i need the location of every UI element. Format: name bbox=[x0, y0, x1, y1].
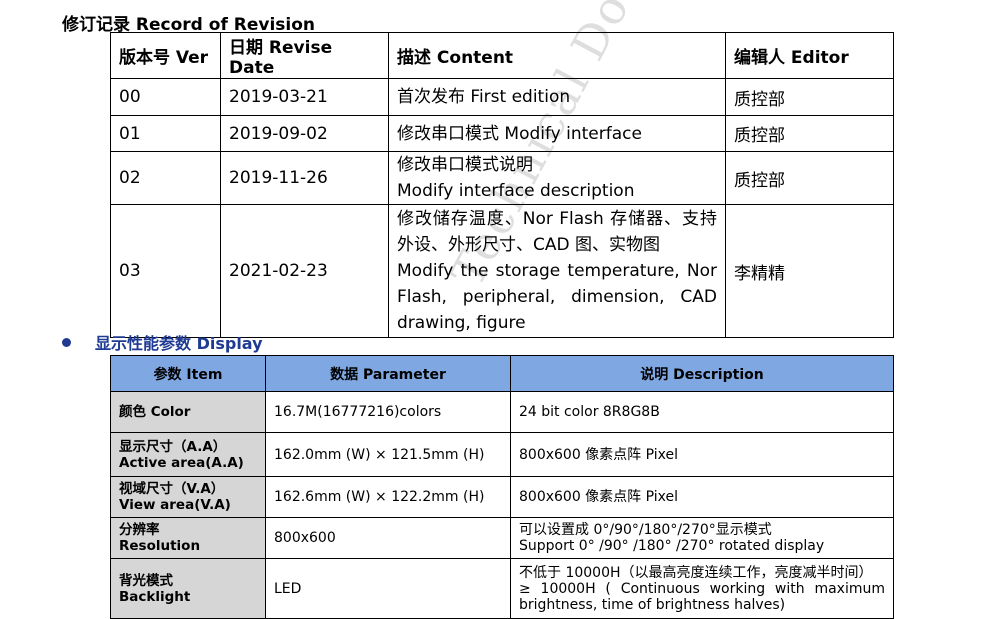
content-line: 修改串口模式说明 bbox=[397, 155, 533, 175]
revision-ver: 01 bbox=[110, 115, 221, 152]
display-item: 颜色 Color bbox=[110, 391, 266, 433]
display-parameter: 800x600 bbox=[265, 517, 511, 559]
item-line: 背光模式 bbox=[119, 572, 173, 589]
table-row: 颜色 Color 16.7M(16777216)colors 24 bit co… bbox=[110, 391, 894, 433]
revision-editor: 质控部 bbox=[725, 78, 894, 116]
display-description: 800x600 像素点阵 Pixel bbox=[510, 476, 894, 518]
desc-line: 24 bit color 8R8G8B bbox=[519, 404, 660, 420]
display-item: 分辨率 Resolution bbox=[110, 517, 266, 559]
content-line: Modify the storage temperature, Nor Flas… bbox=[397, 261, 717, 333]
content-line: 修改储存温度、Nor Flash 存储器、支持外设、外形尺寸、CAD 图、实物图 bbox=[397, 209, 717, 255]
item-line: 颜色 Color bbox=[119, 404, 191, 420]
table-row: 显示尺寸（A.A） Active area(A.A) 162.0mm (W) ×… bbox=[110, 432, 894, 477]
revision-header-date: 日期 Revise Date bbox=[220, 32, 389, 79]
table-row: 00 2019-03-21 首次发布 First edition 质控部 bbox=[110, 78, 894, 116]
desc-line: Support 0° /90° /180° /270° rotated disp… bbox=[519, 538, 825, 554]
item-line: View area(V.A) bbox=[119, 497, 231, 513]
item-line: Active area(A.A) bbox=[119, 454, 244, 471]
revision-content: 首次发布 First edition bbox=[388, 78, 726, 116]
display-header-row: 参数 Item 数据 Parameter 说明 Description bbox=[110, 355, 894, 392]
display-parameter: 162.0mm (W) × 121.5mm (H) bbox=[265, 432, 511, 477]
display-parameter: 162.6mm (W) × 122.2mm (H) bbox=[265, 476, 511, 518]
revision-header-editor: 编辑人 Editor bbox=[725, 32, 894, 79]
revision-content: 修改储存温度、Nor Flash 存储器、支持外设、外形尺寸、CAD 图、实物图… bbox=[388, 204, 726, 338]
display-table: 参数 Item 数据 Parameter 说明 Description 颜色 C… bbox=[110, 355, 894, 619]
content-line: Modify interface description bbox=[397, 181, 635, 201]
table-row: 03 2021-02-23 修改储存温度、Nor Flash 存储器、支持外设、… bbox=[110, 204, 894, 338]
item-line: Backlight bbox=[119, 588, 191, 605]
bullet-icon bbox=[62, 337, 71, 347]
display-parameter: LED bbox=[265, 558, 511, 619]
display-description: 可以设置成 0°/90°/180°/270°显示模式 Support 0° /9… bbox=[510, 517, 894, 559]
revision-ver: 02 bbox=[110, 151, 221, 205]
revision-date: 2021-02-23 bbox=[220, 204, 389, 338]
display-section-heading: 显示性能参数 Display bbox=[62, 330, 263, 354]
item-line: 分辨率 bbox=[119, 522, 160, 538]
revision-date: 2019-09-02 bbox=[220, 115, 389, 152]
revision-editor: 李精精 bbox=[725, 204, 894, 338]
display-section-title: 显示性能参数 Display bbox=[95, 334, 263, 353]
table-row: 背光模式 Backlight LED 不低于 10000H（以最高亮度连续工作，… bbox=[110, 558, 894, 619]
display-item: 视域尺寸（V.A） View area(V.A) bbox=[110, 476, 266, 518]
table-row: 01 2019-09-02 修改串口模式 Modify interface 质控… bbox=[110, 115, 894, 152]
display-description: 不低于 10000H（以最高亮度连续工作，亮度减半时间） ≥ 10000H ( … bbox=[510, 558, 894, 619]
revision-date: 2019-11-26 bbox=[220, 151, 389, 205]
display-description: 24 bit color 8R8G8B bbox=[510, 391, 894, 433]
display-header-description: 说明 Description bbox=[510, 355, 894, 392]
desc-line: 800x600 像素点阵 Pixel bbox=[519, 489, 679, 505]
revision-table: 版本号 Ver 日期 Revise Date 描述 Content 编辑人 Ed… bbox=[110, 32, 894, 338]
revision-ver: 00 bbox=[110, 78, 221, 116]
display-item: 背光模式 Backlight bbox=[110, 558, 266, 619]
display-item: 显示尺寸（A.A） Active area(A.A) bbox=[110, 432, 266, 477]
content-line: 首次发布 First edition bbox=[397, 87, 571, 107]
display-header-parameter: 数据 Parameter bbox=[265, 355, 511, 392]
desc-line: 不低于 10000H（以最高亮度连续工作，亮度减半时间） bbox=[519, 564, 873, 581]
display-parameter: 16.7M(16777216)colors bbox=[265, 391, 511, 433]
revision-content: 修改串口模式 Modify interface bbox=[388, 115, 726, 152]
revision-content: 修改串口模式说明 Modify interface description bbox=[388, 151, 726, 205]
revision-date: 2019-03-21 bbox=[220, 78, 389, 116]
item-line: Resolution bbox=[119, 538, 201, 554]
table-row: 分辨率 Resolution 800x600 可以设置成 0°/90°/180°… bbox=[110, 517, 894, 559]
table-row: 02 2019-11-26 修改串口模式说明 Modify interface … bbox=[110, 151, 894, 205]
item-line: 显示尺寸（A.A） bbox=[119, 438, 227, 455]
display-header-item: 参数 Item bbox=[110, 355, 266, 392]
content-line: 修改串口模式 Modify interface bbox=[397, 123, 642, 144]
desc-line: ≥ 10000H ( Continuous working with maxim… bbox=[519, 580, 885, 613]
revision-editor: 质控部 bbox=[725, 115, 894, 152]
revision-header-ver: 版本号 Ver bbox=[110, 32, 221, 79]
desc-line: 800x600 像素点阵 Pixel bbox=[519, 446, 679, 463]
revision-header-content: 描述 Content bbox=[388, 32, 726, 79]
table-row: 视域尺寸（V.A） View area(V.A) 162.6mm (W) × 1… bbox=[110, 476, 894, 518]
desc-line: 可以设置成 0°/90°/180°/270°显示模式 bbox=[519, 522, 772, 538]
revision-header-row: 版本号 Ver 日期 Revise Date 描述 Content 编辑人 Ed… bbox=[110, 32, 894, 79]
item-line: 视域尺寸（V.A） bbox=[119, 481, 225, 497]
display-description: 800x600 像素点阵 Pixel bbox=[510, 432, 894, 477]
revision-editor: 质控部 bbox=[725, 151, 894, 205]
revision-ver: 03 bbox=[110, 204, 221, 338]
